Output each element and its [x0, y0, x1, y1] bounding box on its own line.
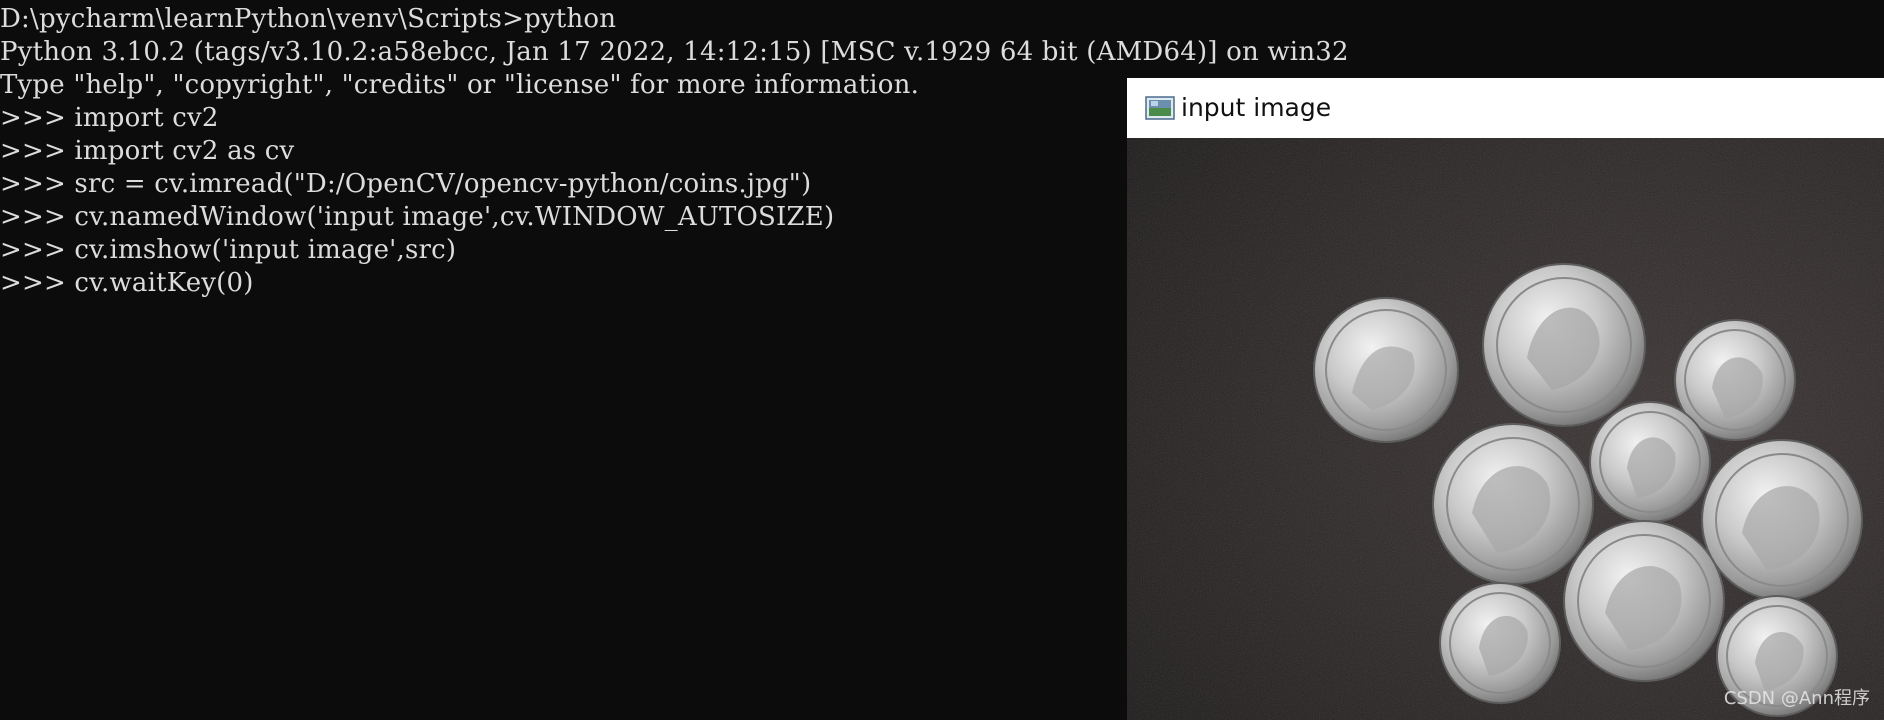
coins-photo — [1127, 138, 1884, 720]
coin — [1432, 423, 1594, 585]
window-title: input image — [1181, 93, 1332, 122]
opencv-image-window[interactable]: input image CSDN @Ann程序 — [1127, 78, 1884, 720]
console-line-9: >>> cv.waitKey(0) — [0, 268, 254, 298]
csdn-watermark: CSDN @Ann程序 — [1723, 688, 1870, 709]
coin — [1482, 263, 1646, 427]
coin — [1589, 401, 1711, 523]
opencv-window-icon — [1145, 96, 1175, 120]
displayed-image: CSDN @Ann程序 — [1127, 138, 1884, 720]
console-line-7: >>> cv.namedWindow('input image',cv.WIND… — [0, 202, 835, 232]
coin — [1313, 297, 1459, 443]
console-line-1: D:\pycharm\learnPython\venv\Scripts>pyth… — [0, 4, 617, 34]
window-title-bar[interactable]: input image — [1127, 78, 1884, 139]
console-line-2: Python 3.10.2 (tags/v3.10.2:a58ebcc, Jan… — [0, 37, 1349, 67]
console-line-4: >>> import cv2 — [0, 103, 219, 133]
console-line-3: Type "help", "copyright", "credits" or "… — [0, 70, 920, 100]
coin — [1563, 520, 1725, 682]
console-line-5: >>> import cv2 as cv — [0, 136, 295, 166]
console-line-8: >>> cv.imshow('input image',src) — [0, 235, 457, 265]
console-line-6: >>> src = cv.imread("D:/OpenCV/opencv-py… — [0, 169, 812, 199]
coin — [1439, 582, 1561, 704]
coin — [1701, 439, 1863, 601]
